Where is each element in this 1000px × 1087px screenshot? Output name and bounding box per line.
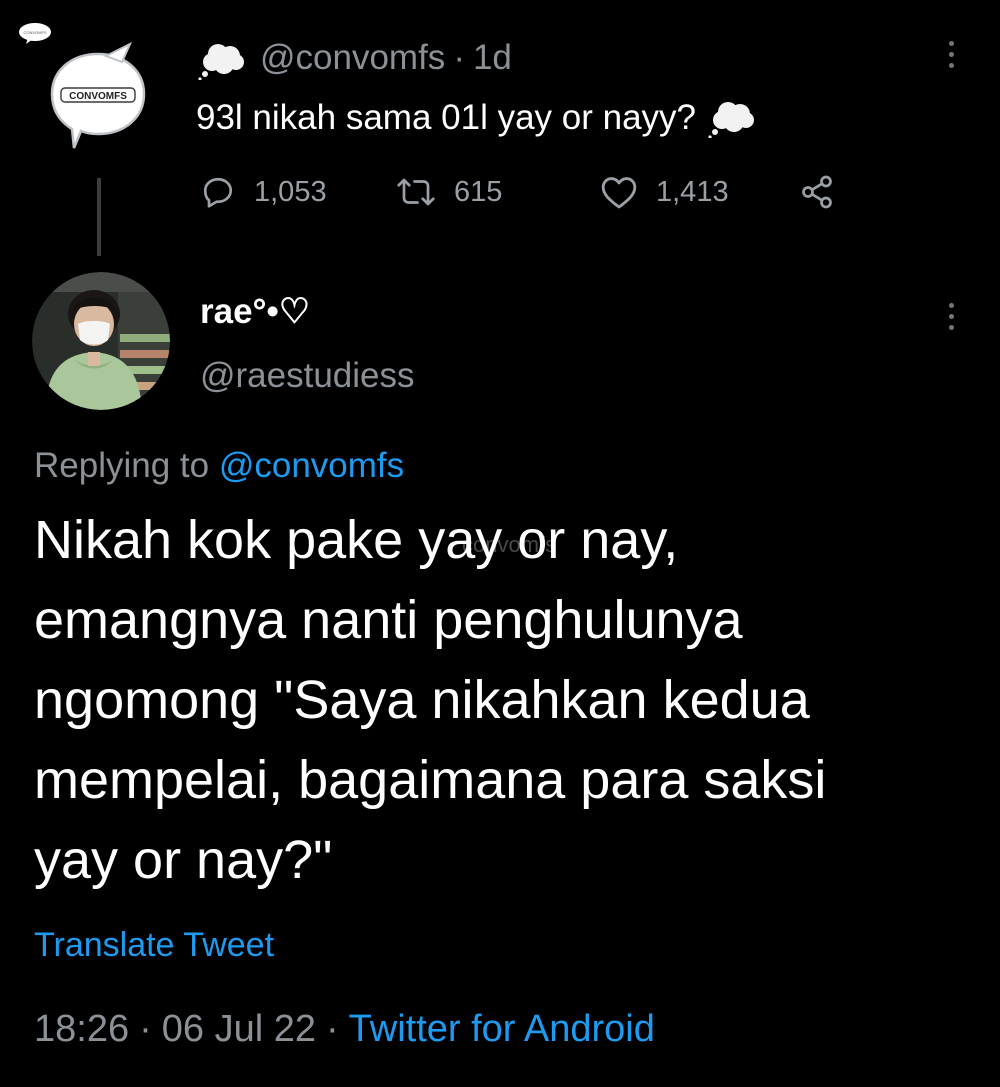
parent-more-options-icon[interactable] xyxy=(936,34,966,74)
meta-separator: · xyxy=(325,1008,339,1050)
replying-to-label: Replying to xyxy=(34,446,210,485)
replying-to-line: Replying to @convomfs xyxy=(34,446,404,486)
header-separator: · xyxy=(453,38,465,77)
parent-tweet-text-row: 93l nikah sama 01l yay or nayy? xyxy=(196,98,758,138)
retweet-button[interactable]: 615 xyxy=(396,170,502,214)
retweet-count: 615 xyxy=(454,175,503,208)
thought-balloon-icon xyxy=(708,102,754,138)
translate-tweet-link[interactable]: Translate Tweet xyxy=(34,926,274,965)
tweet-date[interactable]: 06 Jul 22 xyxy=(162,1008,316,1050)
svg-text:CONVOMFS: CONVOMFS xyxy=(23,30,46,35)
retweet-icon xyxy=(397,178,435,206)
reply-handle[interactable]: @raestudiess xyxy=(200,356,415,396)
tweet-source-link[interactable]: Twitter for Android xyxy=(349,1008,655,1050)
reply-display-name[interactable]: rae°•♡ xyxy=(200,292,310,332)
tweet-body-line: ngomong "Saya nikahkan kedua xyxy=(34,670,810,730)
parent-tweet-header: @convomfs · 1d xyxy=(260,38,512,78)
parent-tweet-text: 93l nikah sama 01l yay or nayy? xyxy=(196,98,696,137)
tweet-time[interactable]: 18:26 xyxy=(34,1008,129,1050)
convomfs-avatar[interactable]: CONVOMFS xyxy=(48,40,148,152)
raestudiess-avatar[interactable] xyxy=(32,272,170,410)
reply-more-options-icon[interactable] xyxy=(936,296,966,336)
share-icon xyxy=(802,175,832,209)
parent-handle[interactable]: @convomfs xyxy=(260,38,445,77)
parent-time-ago[interactable]: 1d xyxy=(473,38,512,77)
watermark-text: convomfs xyxy=(462,532,557,557)
replying-to-handle-link[interactable]: @convomfs xyxy=(219,446,404,485)
like-button[interactable]: 1,413 xyxy=(600,170,729,214)
corner-logo: CONVOMFS xyxy=(19,23,51,44)
reply-tweet-body: Nikah kok pake yay or nay, emangnya nant… xyxy=(34,500,964,900)
heart-icon xyxy=(601,177,637,209)
tweet-body-line: mempelai, bagaimana para saksi xyxy=(34,750,827,810)
tweet-meta-row: 18:26 · 06 Jul 22 · Twitter for Android xyxy=(34,1008,655,1051)
reply-icon xyxy=(203,177,233,208)
like-count: 1,413 xyxy=(656,175,729,208)
reply-count: 1,053 xyxy=(254,175,327,208)
tweet-body-line: emangnya nanti penghulunya xyxy=(34,590,743,650)
meta-separator: · xyxy=(139,1008,152,1050)
svg-text:CONVOMFS: CONVOMFS xyxy=(69,91,127,102)
share-button[interactable] xyxy=(798,170,836,214)
tweet-body-line: yay or nay?" xyxy=(34,830,333,890)
thought-balloon-icon xyxy=(198,44,244,80)
reply-button[interactable]: 1,053 xyxy=(200,170,327,214)
thread-connector-line xyxy=(97,178,101,256)
